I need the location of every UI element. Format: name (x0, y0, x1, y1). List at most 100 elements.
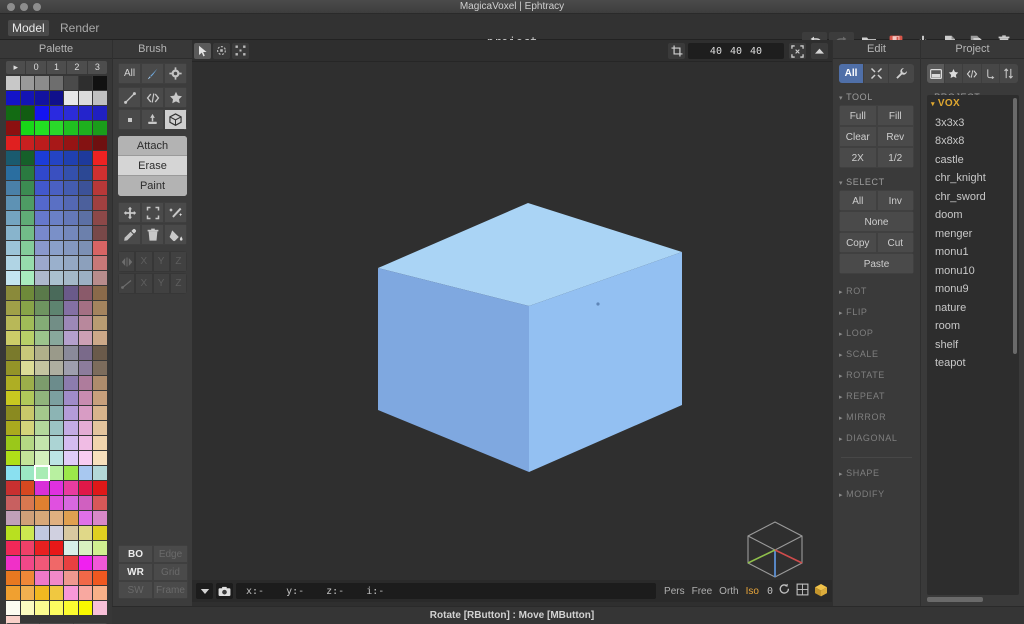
palette-color-231[interactable] (6, 571, 20, 585)
gradient-icon[interactable] (118, 273, 136, 294)
camera-pers-button[interactable]: Pers (664, 586, 685, 597)
palette-color-95[interactable] (64, 271, 78, 285)
project-list-item[interactable]: castle (927, 151, 1019, 170)
brush-paint-button[interactable]: Paint (118, 176, 187, 196)
shaded-cube-icon[interactable] (814, 583, 828, 600)
palette-color-185[interactable] (49, 466, 64, 480)
palette-color-197[interactable] (20, 496, 35, 510)
palette-color-173[interactable] (78, 436, 93, 450)
palette-color-31[interactable] (49, 136, 64, 150)
palette-color-158[interactable] (64, 406, 78, 420)
palette-color-188[interactable] (93, 466, 107, 480)
model-size-field[interactable]: 40 40 40 (688, 43, 784, 59)
palette-color-145[interactable] (78, 376, 93, 390)
palette-color-245[interactable] (6, 601, 20, 615)
palette-index-1[interactable]: 1 (47, 61, 68, 74)
palette-color-234[interactable] (49, 571, 64, 585)
palette-color-241[interactable] (49, 586, 64, 600)
move-icon[interactable] (118, 202, 141, 223)
palette-color-73[interactable] (49, 226, 64, 240)
brush-attach-button[interactable]: Attach (118, 136, 187, 156)
palette-color-242[interactable] (64, 586, 78, 600)
palette-color-87[interactable] (49, 256, 64, 270)
palette-color-102[interactable] (64, 286, 78, 300)
palette-color-34[interactable] (93, 136, 107, 150)
project-list-root[interactable]: ▾ VOX (927, 95, 1019, 114)
axis2-y-button[interactable]: Y (152, 273, 170, 294)
palette-color-83[interactable] (93, 241, 107, 255)
palette-color-135[interactable] (35, 361, 49, 375)
palette-color-77[interactable] (6, 241, 20, 255)
palette-color-217[interactable] (6, 541, 20, 555)
palette-color-6[interactable] (93, 76, 107, 90)
axis-z-button[interactable]: Z (169, 251, 187, 272)
code-icon[interactable] (963, 64, 982, 83)
palette-color-56[interactable] (6, 196, 20, 210)
tool-half-button[interactable]: 1/2 (876, 147, 914, 168)
palette-color-193[interactable] (64, 481, 78, 495)
palette-color-63[interactable] (6, 211, 20, 225)
palette-color-29[interactable] (20, 136, 35, 150)
brush-all-button[interactable]: All (118, 63, 141, 84)
palette-color-24[interactable] (49, 121, 64, 135)
palette-color-35[interactable] (6, 151, 20, 165)
palette-color-46[interactable] (64, 166, 78, 180)
star-icon[interactable] (945, 64, 964, 83)
project-file-list[interactable]: ▾ VOX 3x3x3 8x8x8 castle chr_knight chr_swor… (927, 95, 1019, 595)
palette-color-222[interactable] (78, 541, 93, 555)
palette-color-12[interactable] (78, 91, 93, 105)
palette-color-170[interactable] (35, 436, 49, 450)
palette-color-59[interactable] (49, 196, 64, 210)
project-list-item[interactable]: monu10 (927, 262, 1019, 281)
palette-color-125[interactable] (93, 331, 107, 345)
palette-color-104[interactable] (93, 286, 107, 300)
palette-color-225[interactable] (20, 556, 35, 570)
palette-color-121[interactable] (35, 331, 49, 345)
palette-color-42[interactable] (6, 166, 20, 180)
palette-color-18[interactable] (64, 106, 78, 120)
palette-color-82[interactable] (78, 241, 93, 255)
palette-color-10[interactable] (49, 91, 64, 105)
palette-color-20[interactable] (93, 106, 107, 120)
marquee-icon[interactable] (141, 202, 164, 223)
palette-color-203[interactable] (6, 511, 20, 525)
palette-color-171[interactable] (49, 436, 64, 450)
palette-color-142[interactable] (35, 376, 49, 390)
star-icon[interactable] (164, 87, 187, 108)
transform-icon[interactable] (864, 64, 889, 83)
palette-color-172[interactable] (64, 436, 78, 450)
palette-color-113[interactable] (20, 316, 35, 330)
palette-color-15[interactable] (20, 106, 35, 120)
palette-color-88[interactable] (64, 256, 78, 270)
palette-color-111[interactable] (93, 301, 107, 315)
palette-color-60[interactable] (64, 196, 78, 210)
palette-color-22[interactable] (20, 121, 35, 135)
palette-color-86[interactable] (35, 256, 49, 270)
edge-toggle[interactable]: Edge (153, 545, 188, 563)
palette-color-221[interactable] (64, 541, 78, 555)
reset-icon[interactable] (778, 583, 791, 599)
palette-color-157[interactable] (49, 406, 64, 420)
palette-color-36[interactable] (20, 151, 35, 165)
size-y[interactable]: 40 (730, 46, 742, 57)
palette-color-114[interactable] (35, 316, 49, 330)
palette-color-226[interactable] (35, 556, 49, 570)
palette-color-194[interactable] (78, 481, 93, 495)
palette-color-44[interactable] (35, 166, 49, 180)
palette-color-182[interactable] (6, 466, 20, 480)
palette-color-183[interactable] (20, 466, 35, 480)
voxel-icon[interactable] (118, 109, 141, 130)
palette-color-180[interactable] (78, 451, 93, 465)
select-inv-button[interactable]: Inv (876, 190, 914, 211)
palette-color-178[interactable] (49, 451, 64, 465)
palette-color-13[interactable] (93, 91, 107, 105)
axis2-z-button[interactable]: Z (169, 273, 187, 294)
palette-color-78[interactable] (20, 241, 35, 255)
palette-color-4[interactable] (64, 76, 78, 90)
palette-color-190[interactable] (20, 481, 35, 495)
project-list-item[interactable]: nature (927, 299, 1019, 318)
palette-color-66[interactable] (49, 211, 64, 225)
palette-color-25[interactable] (64, 121, 78, 135)
palette-color-68[interactable] (78, 211, 93, 225)
project-list-item[interactable]: doom (927, 206, 1019, 225)
